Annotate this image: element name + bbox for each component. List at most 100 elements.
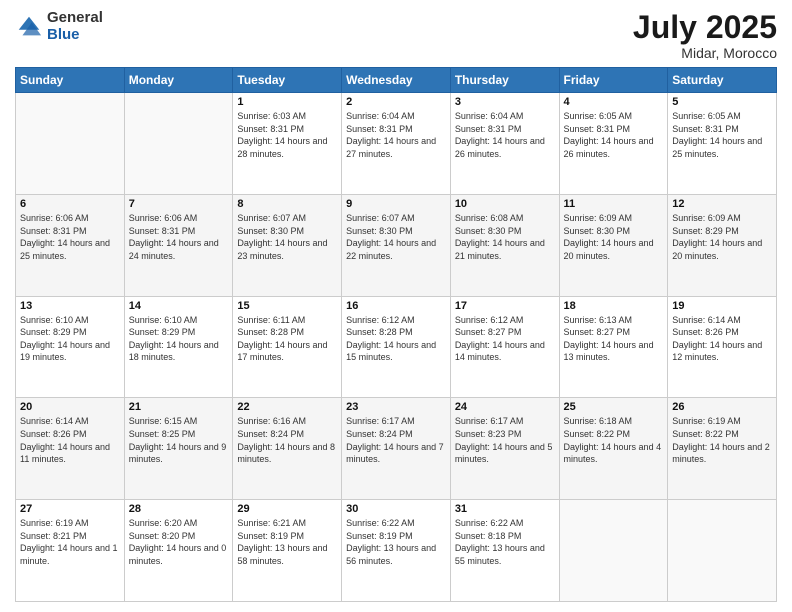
- day-number: 17: [455, 300, 555, 312]
- day-info: Sunrise: 6:22 AMSunset: 8:18 PMDaylight:…: [455, 517, 555, 567]
- calendar-cell: 28Sunrise: 6:20 AMSunset: 8:20 PMDayligh…: [124, 500, 233, 602]
- calendar-cell: 2 Sunrise: 6:04 AMSunset: 8:31 PMDaylight…: [342, 93, 451, 195]
- day-info: Sunrise: 6:10 AMSunset: 8:29 PMDaylight:…: [129, 314, 229, 364]
- weekday-header-friday: Friday: [559, 68, 668, 93]
- calendar-cell: [16, 93, 125, 195]
- day-number: 7: [129, 198, 229, 210]
- logo-text: General Blue: [47, 10, 103, 43]
- day-number: 20: [20, 401, 120, 413]
- day-number: 12: [672, 198, 772, 210]
- logo: General Blue: [15, 10, 103, 43]
- day-number: 18: [564, 300, 664, 312]
- calendar-cell: 16 Sunrise: 6:12 AMSunset: 8:28 PMDayligh…: [342, 296, 451, 398]
- day-info: Sunrise: 6:08 AMSunset: 8:30 PMDaylight:…: [455, 212, 555, 262]
- day-number: 8: [237, 198, 337, 210]
- calendar-cell: 22 Sunrise: 6:16 AMSunset: 8:24 PMDayligh…: [233, 398, 342, 500]
- day-number: 14: [129, 300, 229, 312]
- day-info: Sunrise: 6:15 AMSunset: 8:25 PMDaylight:…: [129, 415, 229, 465]
- calendar-cell: 12 Sunrise: 6:09 AMSunset: 8:29 PMDayligh…: [668, 194, 777, 296]
- day-info: Sunrise: 6:10 AMSunset: 8:29 PMDaylight:…: [20, 314, 120, 364]
- day-info: Sunrise: 6:05 AMSunset: 8:31 PMDaylight:…: [564, 110, 664, 160]
- day-info: Sunrise: 6:17 AMSunset: 8:24 PMDaylight:…: [346, 415, 446, 465]
- calendar-cell: 23 Sunrise: 6:17 AMSunset: 8:24 PMDayligh…: [342, 398, 451, 500]
- day-info: Sunrise: 6:03 AMSunset: 8:31 PMDaylight:…: [237, 110, 337, 160]
- day-number: 30: [346, 503, 446, 515]
- day-info: Sunrise: 6:09 AMSunset: 8:29 PMDaylight:…: [672, 212, 772, 262]
- day-number: 29: [237, 503, 337, 515]
- day-number: 26: [672, 401, 772, 413]
- day-info: Sunrise: 6:05 AMSunset: 8:31 PMDaylight:…: [672, 110, 772, 160]
- calendar-cell: 6Sunrise: 6:06 AMSunset: 8:31 PMDaylight…: [16, 194, 125, 296]
- calendar-cell: 30Sunrise: 6:22 AMSunset: 8:19 PMDayligh…: [342, 500, 451, 602]
- day-number: 3: [455, 96, 555, 108]
- week-row-5: 27Sunrise: 6:19 AMSunset: 8:21 PMDayligh…: [16, 500, 777, 602]
- page: General Blue July 2025 Midar, Morocco Su…: [0, 0, 792, 612]
- calendar-cell: 19 Sunrise: 6:14 AMSunset: 8:26 PMDayligh…: [668, 296, 777, 398]
- day-number: 2: [346, 96, 446, 108]
- month-title: July 2025: [633, 10, 777, 45]
- calendar: SundayMondayTuesdayWednesdayThursdayFrid…: [15, 67, 777, 602]
- day-number: 23: [346, 401, 446, 413]
- calendar-cell: [559, 500, 668, 602]
- day-info: Sunrise: 6:18 AMSunset: 8:22 PMDaylight:…: [564, 415, 664, 465]
- day-info: Sunrise: 6:06 AMSunset: 8:31 PMDaylight:…: [20, 212, 120, 262]
- calendar-cell: 8Sunrise: 6:07 AMSunset: 8:30 PMDaylight…: [233, 194, 342, 296]
- day-number: 27: [20, 503, 120, 515]
- calendar-cell: 31 Sunrise: 6:22 AMSunset: 8:18 PMDayligh…: [450, 500, 559, 602]
- calendar-cell: 21 Sunrise: 6:15 AMSunset: 8:25 PMDayligh…: [124, 398, 233, 500]
- calendar-cell: 4Sunrise: 6:05 AMSunset: 8:31 PMDaylight…: [559, 93, 668, 195]
- day-number: 10: [455, 198, 555, 210]
- calendar-cell: 5 Sunrise: 6:05 AMSunset: 8:31 PMDaylight…: [668, 93, 777, 195]
- day-info: Sunrise: 6:16 AMSunset: 8:24 PMDaylight:…: [237, 415, 337, 465]
- day-info: Sunrise: 6:12 AMSunset: 8:27 PMDaylight:…: [455, 314, 555, 364]
- day-number: 16: [346, 300, 446, 312]
- calendar-cell: 25 Sunrise: 6:18 AMSunset: 8:22 PMDayligh…: [559, 398, 668, 500]
- day-info: Sunrise: 6:13 AMSunset: 8:27 PMDaylight:…: [564, 314, 664, 364]
- location: Midar, Morocco: [633, 45, 777, 61]
- calendar-cell: 29 Sunrise: 6:21 AMSunset: 8:19 PMDayligh…: [233, 500, 342, 602]
- calendar-cell: 15 Sunrise: 6:11 AMSunset: 8:28 PMDayligh…: [233, 296, 342, 398]
- day-info: Sunrise: 6:11 AMSunset: 8:28 PMDaylight:…: [237, 314, 337, 364]
- day-info: Sunrise: 6:07 AMSunset: 8:30 PMDaylight:…: [346, 212, 446, 262]
- week-row-4: 20Sunrise: 6:14 AMSunset: 8:26 PMDayligh…: [16, 398, 777, 500]
- logo-blue: Blue: [47, 27, 103, 44]
- day-info: Sunrise: 6:06 AMSunset: 8:31 PMDaylight:…: [129, 212, 229, 262]
- day-number: 22: [237, 401, 337, 413]
- calendar-cell: 9 Sunrise: 6:07 AMSunset: 8:30 PMDaylight…: [342, 194, 451, 296]
- calendar-cell: 10 Sunrise: 6:08 AMSunset: 8:30 PMDayligh…: [450, 194, 559, 296]
- weekday-header-tuesday: Tuesday: [233, 68, 342, 93]
- day-number: 21: [129, 401, 229, 413]
- calendar-cell: [124, 93, 233, 195]
- weekday-header-saturday: Saturday: [668, 68, 777, 93]
- calendar-cell: 24 Sunrise: 6:17 AMSunset: 8:23 PMDayligh…: [450, 398, 559, 500]
- day-number: 9: [346, 198, 446, 210]
- title-block: July 2025 Midar, Morocco: [633, 10, 777, 61]
- week-row-2: 6Sunrise: 6:06 AMSunset: 8:31 PMDaylight…: [16, 194, 777, 296]
- day-number: 25: [564, 401, 664, 413]
- logo-general: General: [47, 10, 103, 27]
- week-row-1: 1Sunrise: 6:03 AMSunset: 8:31 PMDaylight…: [16, 93, 777, 195]
- day-info: Sunrise: 6:21 AMSunset: 8:19 PMDaylight:…: [237, 517, 337, 567]
- day-info: Sunrise: 6:12 AMSunset: 8:28 PMDaylight:…: [346, 314, 446, 364]
- week-row-3: 13Sunrise: 6:10 AMSunset: 8:29 PMDayligh…: [16, 296, 777, 398]
- day-number: 24: [455, 401, 555, 413]
- calendar-cell: 26 Sunrise: 6:19 AMSunset: 8:22 PMDayligh…: [668, 398, 777, 500]
- day-info: Sunrise: 6:04 AMSunset: 8:31 PMDaylight:…: [455, 110, 555, 160]
- weekday-header-sunday: Sunday: [16, 68, 125, 93]
- logo-icon: [15, 13, 43, 41]
- day-number: 5: [672, 96, 772, 108]
- header: General Blue July 2025 Midar, Morocco: [15, 10, 777, 61]
- weekday-header-monday: Monday: [124, 68, 233, 93]
- day-number: 31: [455, 503, 555, 515]
- day-number: 19: [672, 300, 772, 312]
- day-info: Sunrise: 6:17 AMSunset: 8:23 PMDaylight:…: [455, 415, 555, 465]
- weekday-header-thursday: Thursday: [450, 68, 559, 93]
- day-number: 15: [237, 300, 337, 312]
- weekday-header-row: SundayMondayTuesdayWednesdayThursdayFrid…: [16, 68, 777, 93]
- calendar-cell: [668, 500, 777, 602]
- day-info: Sunrise: 6:14 AMSunset: 8:26 PMDaylight:…: [672, 314, 772, 364]
- calendar-cell: 3 Sunrise: 6:04 AMSunset: 8:31 PMDaylight…: [450, 93, 559, 195]
- day-info: Sunrise: 6:19 AMSunset: 8:22 PMDaylight:…: [672, 415, 772, 465]
- calendar-cell: 27Sunrise: 6:19 AMSunset: 8:21 PMDayligh…: [16, 500, 125, 602]
- day-info: Sunrise: 6:04 AMSunset: 8:31 PMDaylight:…: [346, 110, 446, 160]
